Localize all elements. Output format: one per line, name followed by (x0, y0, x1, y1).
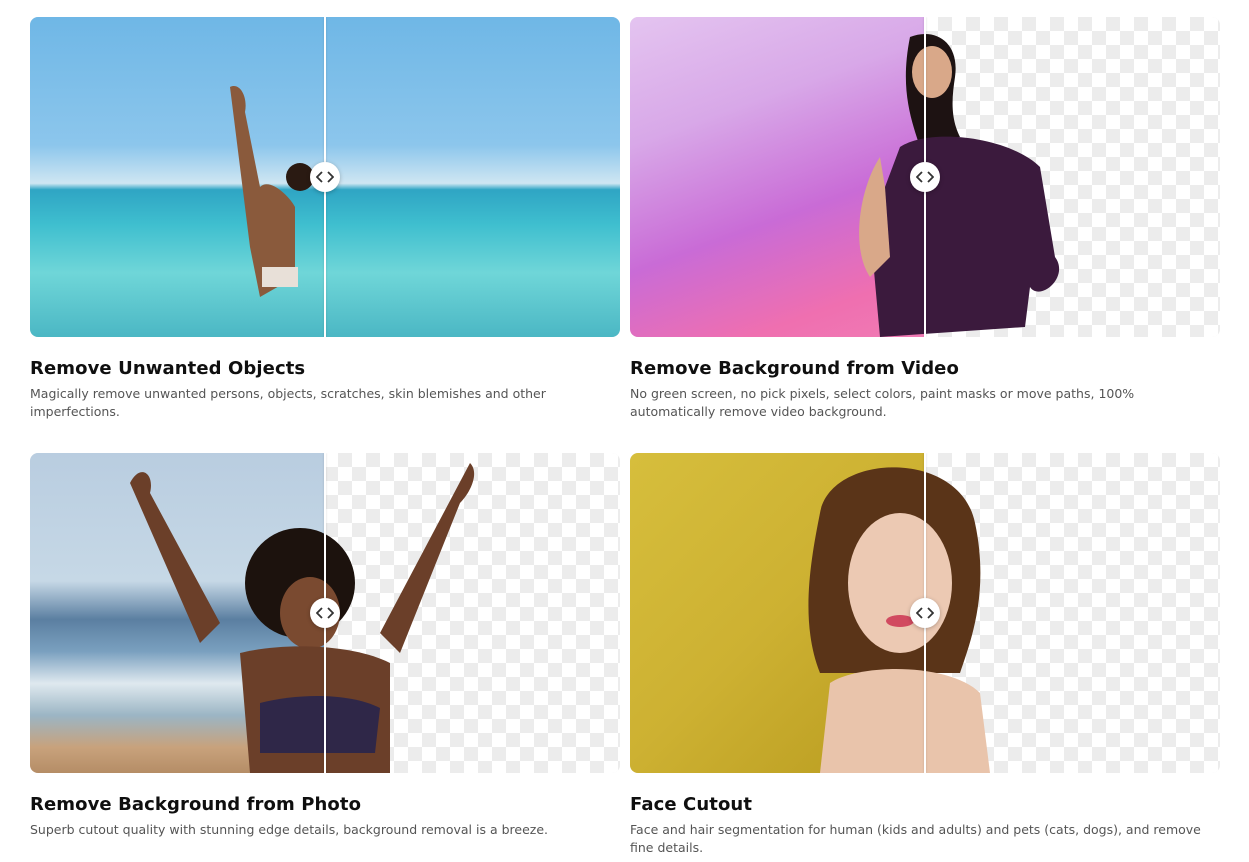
before-after-comparison[interactable] (30, 17, 620, 337)
chevron-left-right-icon (316, 607, 334, 619)
feature-title: Remove Background from Video (630, 358, 959, 379)
feature-card-remove-objects: Remove Unwanted Objects Magically remove… (30, 17, 620, 421)
feature-description: Superb cutout quality with stunning edge… (30, 822, 548, 837)
chevron-left-right-icon (916, 171, 934, 183)
feature-title: Remove Background from Photo (30, 794, 362, 815)
comparison-slider-handle[interactable] (910, 162, 940, 192)
feature-title: Face Cutout (630, 794, 753, 815)
woman-figure (859, 33, 1060, 337)
after-image (324, 17, 620, 337)
feature-title: Remove Unwanted Objects (30, 358, 306, 379)
before-after-comparison[interactable] (630, 17, 1220, 337)
chevron-left-right-icon (916, 607, 934, 619)
before-after-comparison[interactable] (630, 453, 1220, 773)
woman-portrait-figure (808, 467, 990, 773)
feature-description: No green screen, no pick pixels, select … (630, 386, 1135, 419)
before-after-comparison[interactable] (30, 453, 620, 773)
feature-description: Face and hair segmentation for human (ki… (630, 822, 1201, 855)
before-image (30, 17, 324, 337)
feature-description: Magically remove unwanted persons, objec… (30, 386, 546, 419)
chevron-left-right-icon (316, 171, 334, 183)
feature-card-remove-video-bg: Remove Background from Video No green sc… (630, 17, 1220, 421)
feature-card-face-cutout: Face Cutout Face and hair segmentation f… (630, 453, 1220, 857)
comparison-slider-handle[interactable] (310, 598, 340, 628)
woman-figure (130, 463, 475, 773)
comparison-slider-handle[interactable] (910, 598, 940, 628)
feature-card-remove-photo-bg: Remove Background from Photo Superb cuto… (30, 453, 620, 839)
swimmer-figure (230, 86, 314, 297)
comparison-slider-handle[interactable] (310, 162, 340, 192)
